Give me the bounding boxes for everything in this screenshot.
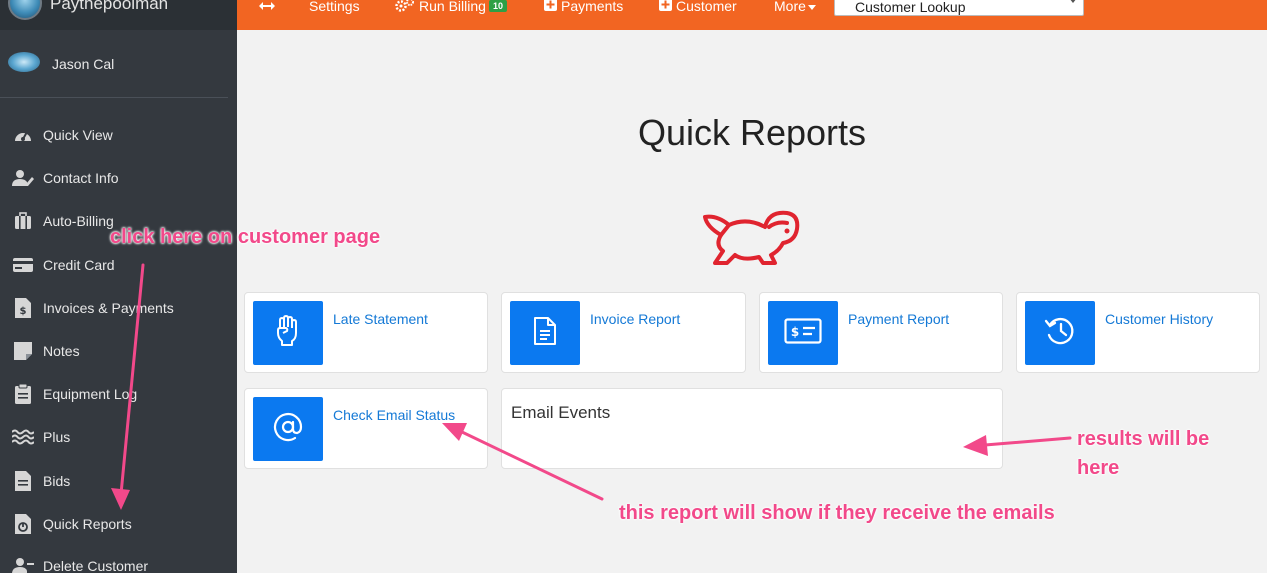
sidebar-item-label: Equipment Log — [43, 386, 138, 402]
check-dollar-icon: $ — [784, 317, 822, 349]
expand-arrows-icon — [259, 0, 279, 14]
sidebar: Paythepoolman Jason Cal Quick View Conta… — [0, 0, 237, 573]
customer-lookup-select[interactable]: Customer Lookup — [834, 0, 1084, 16]
sidebar-item-contact-info[interactable]: Contact Info — [0, 162, 237, 192]
sidebar-item-label: Delete Customer — [43, 558, 149, 573]
suitcase-icon — [12, 211, 34, 231]
sidebar-item-delete-customer[interactable]: Delete Customer — [0, 550, 237, 573]
report-icon — [12, 514, 34, 534]
plus-square-icon — [659, 0, 676, 14]
more-label: More — [774, 0, 806, 14]
email-events-title: Email Events — [511, 403, 611, 422]
brand-logo[interactable] — [8, 0, 42, 20]
annotation-results-line2: here — [1077, 457, 1120, 479]
sidebar-item-label: Contact Info — [43, 170, 119, 186]
payments-link[interactable]: Payments — [544, 0, 623, 16]
user-name: Jason Cal — [52, 56, 115, 72]
sidebar-item-credit-card[interactable]: Credit Card — [0, 249, 237, 279]
sidebar-item-equipment-log[interactable]: Equipment Log — [0, 378, 237, 408]
run-billing-label: Run Billing — [419, 0, 486, 14]
sidebar-item-label: Credit Card — [43, 257, 115, 273]
sidebar-item-label: Bids — [43, 473, 71, 489]
top-navbar: Settings Run Billing 10 Payments Custome… — [237, 0, 1267, 30]
svg-text:$: $ — [20, 306, 27, 317]
note-icon — [12, 341, 34, 361]
avatar — [8, 52, 40, 72]
clipboard-icon — [12, 384, 34, 404]
sidebar-divider — [0, 97, 228, 98]
credit-card-icon — [12, 255, 34, 275]
sidebar-item-invoices-payments[interactable]: $ Invoices & Payments — [0, 292, 237, 322]
sidebar-item-quick-reports[interactable]: Quick Reports — [0, 508, 237, 538]
report-card-customer-history[interactable]: Customer History — [1016, 292, 1260, 373]
report-card-label[interactable]: Late Statement — [333, 311, 428, 327]
gears-icon — [395, 0, 419, 15]
report-card-label[interactable]: Customer History — [1105, 311, 1213, 327]
customer-label: Customer — [676, 0, 737, 14]
brand-bar: Paythepoolman — [0, 0, 237, 30]
annotation-click-here: click here on customer page — [110, 226, 381, 248]
gauge-icon — [12, 125, 34, 145]
late-statement-tile[interactable] — [253, 301, 323, 365]
annotation-report-info: this report will show if they receive th… — [619, 502, 1055, 524]
run-billing-link[interactable]: Run Billing 10 — [395, 0, 507, 16]
report-card-late-statement[interactable]: Late Statement — [244, 292, 488, 373]
annotation-results-line1: results will be — [1077, 428, 1210, 450]
report-card-invoice-report[interactable]: Invoice Report — [501, 292, 746, 373]
document-icon — [533, 316, 557, 351]
plus-square-icon — [544, 0, 561, 14]
rabbit-icon — [699, 205, 803, 269]
report-card-check-email-status[interactable]: Check Email Status — [244, 388, 488, 469]
user-remove-icon — [12, 556, 34, 573]
email-events-panel: Email Events — [501, 388, 1003, 469]
page-title: Quick Reports — [637, 112, 867, 153]
sidebar-item-label: Invoices & Payments — [43, 300, 174, 316]
user-profile[interactable]: Jason Cal — [0, 44, 237, 84]
sidebar-item-label: Quick Reports — [43, 516, 132, 532]
sidebar-item-bids[interactable]: Bids — [0, 465, 237, 495]
payment-report-tile[interactable]: $ — [768, 301, 838, 365]
customer-history-tile[interactable] — [1025, 301, 1095, 365]
sidebar-item-label: Plus — [43, 429, 71, 445]
report-card-label[interactable]: Payment Report — [848, 311, 949, 327]
sidebar-item-label: Notes — [43, 343, 80, 359]
chevron-down-icon — [1069, 0, 1077, 3]
toggle-sidebar-button[interactable] — [259, 0, 279, 16]
report-card-payment-report[interactable]: $ Payment Report — [759, 292, 1003, 373]
settings-link[interactable]: Settings — [309, 0, 360, 16]
caret-down-icon — [807, 0, 820, 14]
more-dropdown[interactable]: More — [774, 0, 820, 16]
report-card-label[interactable]: Check Email Status — [333, 407, 455, 423]
invoice-report-tile[interactable] — [510, 301, 580, 365]
history-icon — [1044, 316, 1076, 351]
customer-lookup-value: Customer Lookup — [855, 0, 966, 15]
invoice-dollar-icon: $ — [12, 298, 34, 318]
svg-text:$: $ — [791, 325, 799, 339]
sidebar-item-label: Quick View — [43, 127, 113, 143]
brand-name[interactable]: Paythepoolman — [50, 0, 168, 14]
main-content: Quick Reports Late Statement Invoice Rep… — [237, 30, 1267, 573]
file-icon — [12, 471, 34, 491]
water-icon — [12, 427, 34, 447]
sidebar-item-quick-view[interactable]: Quick View — [0, 119, 237, 149]
payments-label: Payments — [561, 0, 624, 14]
report-card-label[interactable]: Invoice Report — [590, 311, 680, 327]
raised-fist-icon — [274, 314, 302, 352]
at-sign-icon — [273, 412, 303, 447]
user-edit-icon — [12, 168, 34, 188]
sidebar-item-notes[interactable]: Notes — [0, 335, 237, 365]
billing-count-badge: 10 — [488, 0, 507, 12]
sidebar-item-plus[interactable]: Plus — [0, 421, 237, 451]
check-email-status-tile[interactable] — [253, 397, 323, 461]
sidebar-item-label: Auto-Billing — [43, 213, 114, 229]
customer-link[interactable]: Customer — [659, 0, 737, 16]
